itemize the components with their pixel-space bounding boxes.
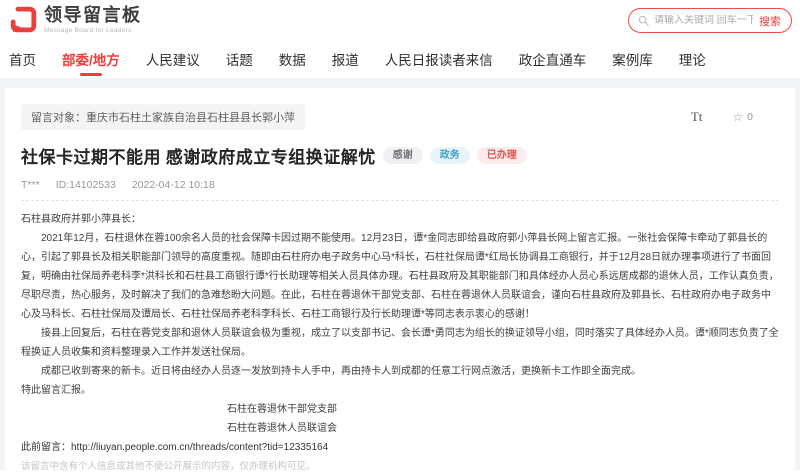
content-area: 留言对象：重庆市石柱土家族自治县石柱县县长郭小萍 Tt ☆ 0 社保卡过期不能用… — [0, 78, 800, 471]
nav-item-ministries-local[interactable]: 部委/地方 — [62, 44, 120, 78]
search-icon — [638, 15, 649, 26]
message-title: 社保卡过期不能用 感谢政府成立专组换证解忧 — [21, 143, 376, 168]
favorite-button[interactable]: ☆ 0 — [732, 111, 753, 123]
closing-line: 特此留言汇报。 — [21, 381, 779, 400]
message-id: ID:14102533 — [56, 179, 116, 191]
search-button[interactable]: 搜索 — [753, 13, 787, 29]
favorite-count: 0 — [747, 111, 753, 123]
author-name: T*** — [21, 179, 40, 191]
logo-icon — [10, 6, 37, 33]
nav-item-gov-enterprise[interactable]: 政企直通车 — [519, 44, 587, 78]
body-paragraph-2: 接县上回复后，石柱在蓉党支部和退休人员联谊会极为重视，成立了以支部书记、会长谭*… — [21, 324, 779, 362]
body-paragraph-3: 成都已收到寄来的新卡。近日将由经办人员逐一发放到持卡人手中，再由持卡人到成都的任… — [21, 362, 779, 381]
card-tools: Tt ☆ 0 — [691, 109, 753, 125]
message-time: 2022-04-12 10:18 — [132, 179, 215, 191]
salutation: 石柱县政府并郭小萍县长： — [21, 210, 779, 229]
tag-status-handled: 已办理 — [477, 147, 527, 164]
main-nav: 首页 部委/地方 人民建议 话题 数据 报道 人民日报读者来信 政企直通车 案例… — [0, 44, 800, 78]
star-icon: ☆ — [732, 111, 743, 123]
nav-item-case-library[interactable]: 案例库 — [612, 44, 653, 78]
logo-title: 领导留言板 — [44, 6, 142, 25]
body-paragraph-1: 2021年12月，石柱退休在蓉100余名人员的社会保障卡因过期不能使用。12月2… — [21, 229, 779, 324]
privacy-note: 该留言中含有个人信息或其他不便公开展示的内容，仅办理机构可见。 — [21, 457, 779, 476]
title-row: 社保卡过期不能用 感谢政府成立专组换证解忧 感谢 政务 已办理 — [21, 143, 779, 168]
tag-thanks: 感谢 — [383, 147, 423, 164]
nav-item-readers-letters[interactable]: 人民日报读者来信 — [385, 44, 493, 78]
site-logo[interactable]: 领导留言板 Message Board for Leaders — [10, 6, 142, 34]
nav-item-theory[interactable]: 理论 — [679, 44, 706, 78]
site-header: 领导留言板 Message Board for Leaders 搜索 — [0, 0, 800, 44]
message-card: 留言对象：重庆市石柱土家族自治县石柱县县长郭小萍 Tt ☆ 0 社保卡过期不能用… — [5, 88, 795, 471]
message-target: 留言对象：重庆市石柱土家族自治县石柱县县长郭小萍 — [21, 104, 305, 130]
message-body: 石柱县政府并郭小萍县长： 2021年12月，石柱退休在蓉100余名人员的社会保障… — [21, 210, 779, 476]
nav-item-topics[interactable]: 话题 — [226, 44, 253, 78]
font-size-toggle-icon[interactable]: Tt — [691, 109, 703, 125]
signature-party-branch: 石柱在蓉退休干部党支部 — [21, 400, 543, 419]
previous-message-label: 此前留言： — [21, 442, 71, 453]
nav-item-people-suggestions[interactable]: 人民建议 — [146, 44, 200, 78]
signature-association: 石柱在蓉退休人员联谊会 — [21, 419, 543, 438]
signature-block: 石柱在蓉退休干部党支部 石柱在蓉退休人员联谊会 — [21, 400, 543, 438]
nav-item-home[interactable]: 首页 — [9, 44, 36, 78]
search-input[interactable] — [654, 15, 753, 26]
message-meta: T*** ID:14102533 2022-04-12 10:18 — [21, 179, 779, 191]
search-box: 搜索 — [628, 8, 792, 33]
nav-item-reports[interactable]: 报道 — [332, 44, 359, 78]
previous-message-link[interactable]: http://liuyan.people.com.cn/threads/cont… — [71, 442, 328, 453]
meta-divider — [21, 200, 779, 201]
logo-subtitle: Message Board for Leaders — [44, 27, 142, 34]
card-top-row: 留言对象：重庆市石柱土家族自治县石柱县县长郭小萍 Tt ☆ 0 — [21, 104, 779, 130]
nav-item-data[interactable]: 数据 — [279, 44, 306, 78]
previous-message-row: 此前留言：http://liuyan.people.com.cn/threads… — [21, 438, 779, 457]
tag-category-government: 政务 — [430, 147, 470, 164]
